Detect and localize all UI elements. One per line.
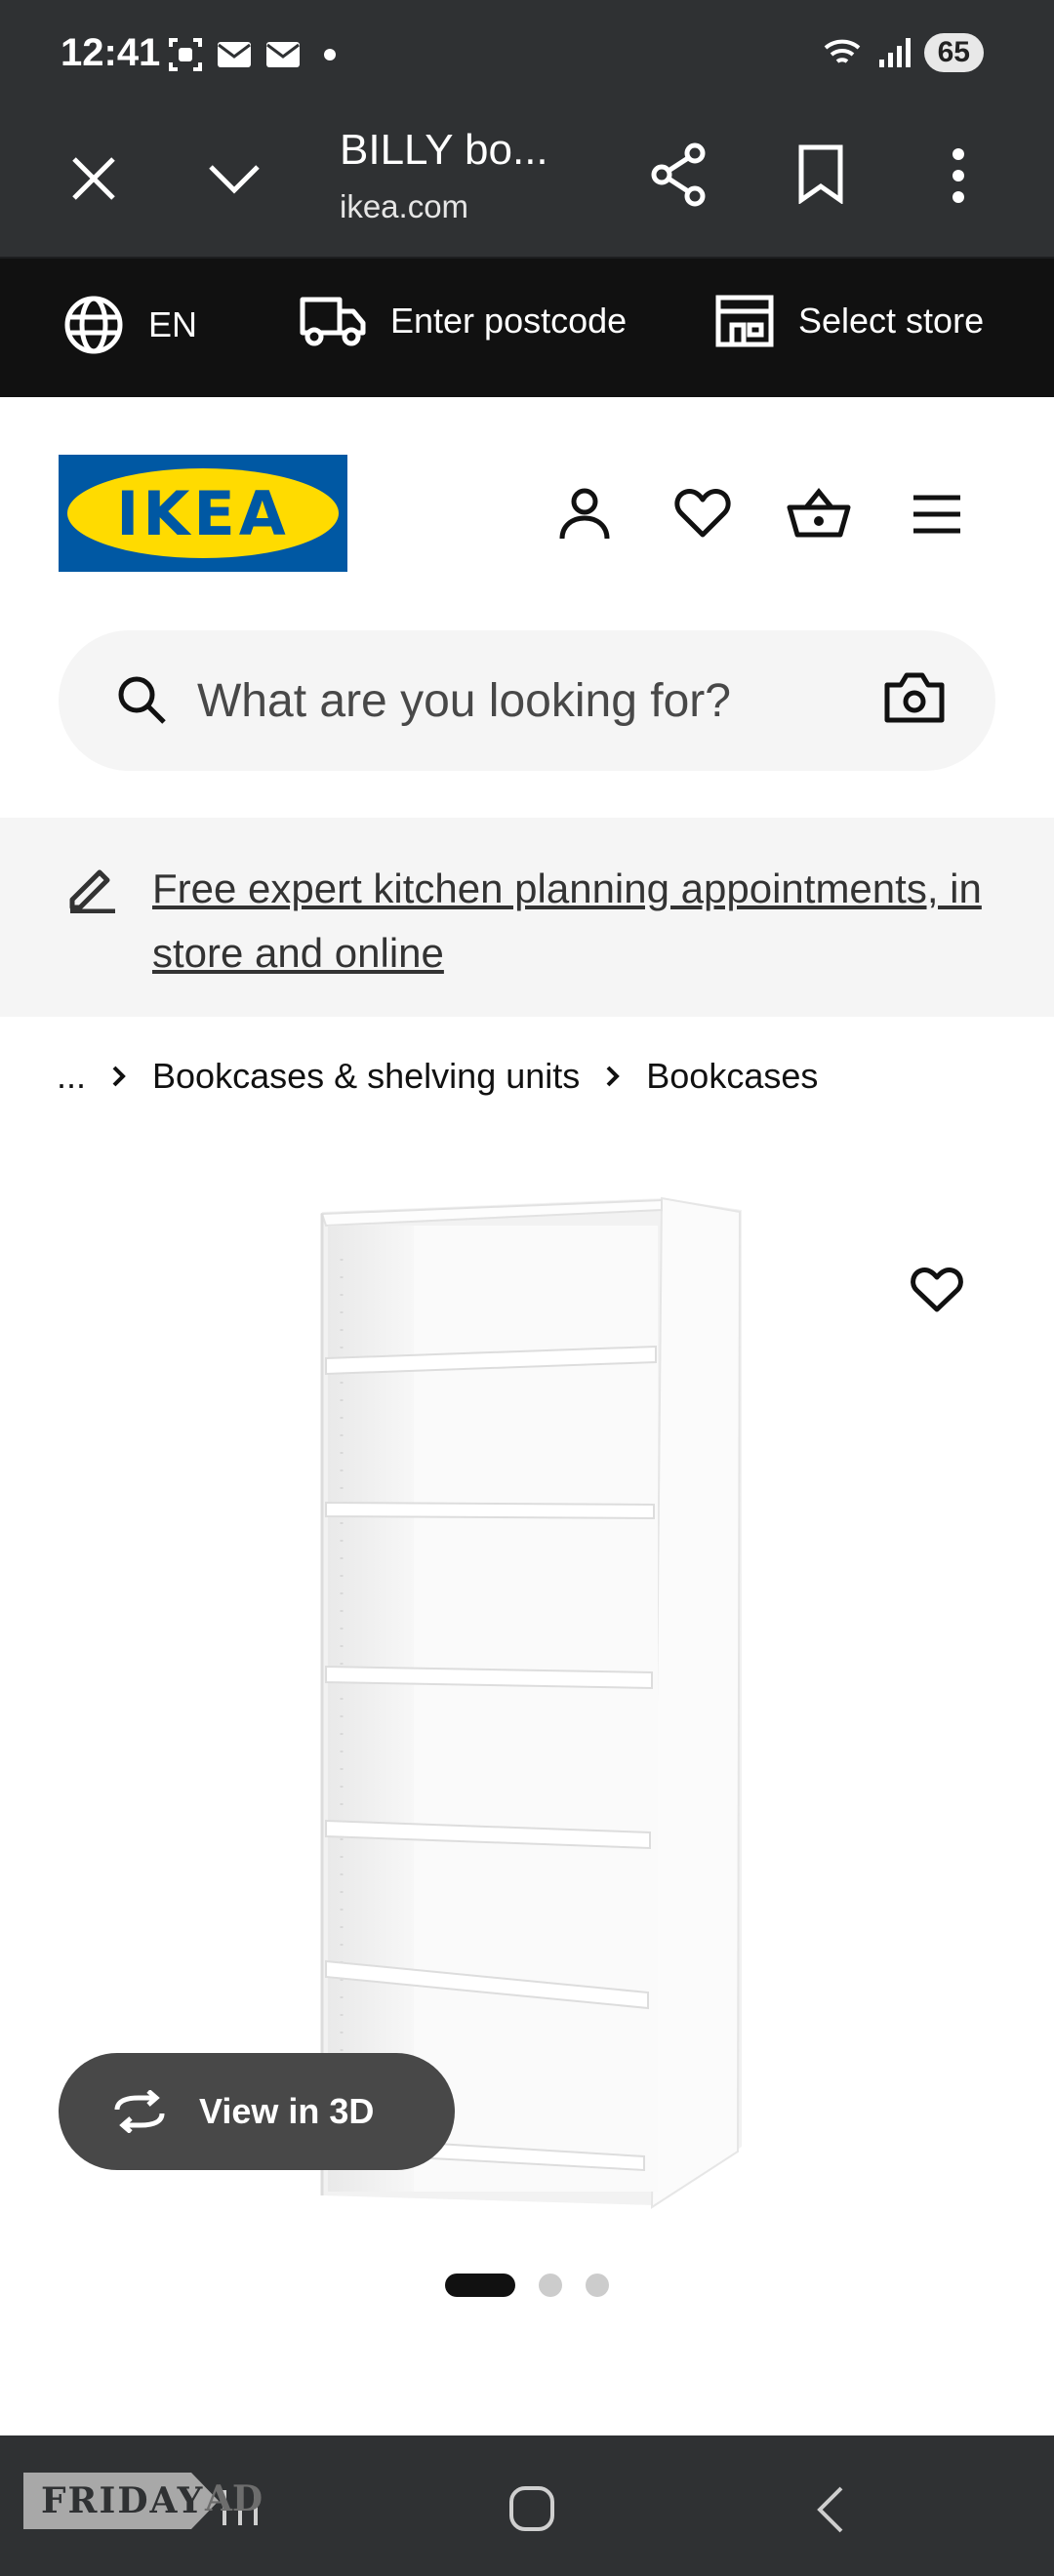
close-icon[interactable] bbox=[66, 151, 121, 206]
store-selector[interactable]: Select store bbox=[714, 294, 984, 348]
pencil-icon bbox=[69, 869, 115, 913]
rotate-3d-icon bbox=[114, 2090, 165, 2133]
search-input[interactable] bbox=[197, 669, 880, 732]
page-title: BILLY bo... bbox=[340, 126, 548, 174]
language-label: EN bbox=[148, 304, 198, 344]
store-icon bbox=[715, 295, 774, 347]
postcode-label: Enter postcode bbox=[390, 301, 628, 341]
watermark-badge: FRIDAY bbox=[23, 2473, 219, 2529]
battery-indicator: 65 bbox=[923, 33, 984, 72]
status-bar: 12:41 65 bbox=[0, 0, 1054, 112]
carousel-dot-active[interactable] bbox=[445, 2274, 515, 2297]
chevron-right-icon bbox=[112, 1066, 126, 1087]
home-icon[interactable] bbox=[507, 2484, 556, 2533]
view-in-3d-button[interactable]: View in 3D bbox=[59, 2053, 455, 2170]
back-icon[interactable] bbox=[810, 2484, 849, 2535]
ikea-logo[interactable]: IKEA bbox=[59, 455, 347, 572]
favourites-icon[interactable] bbox=[673, 486, 732, 541]
language-selector[interactable]: EN bbox=[62, 294, 197, 356]
more-notifications-dot bbox=[324, 49, 336, 60]
search-icon bbox=[118, 676, 166, 724]
share-icon[interactable] bbox=[648, 141, 710, 208]
chevron-down-icon[interactable] bbox=[205, 159, 264, 198]
breadcrumb: ... Bookcases & shelving units Bookcases bbox=[57, 1056, 818, 1097]
signal-icon bbox=[878, 38, 911, 67]
status-time: 12:41 bbox=[61, 31, 161, 74]
browser-toolbar: BILLY bo... ikea.com bbox=[0, 112, 1054, 259]
favourite-product-icon[interactable] bbox=[910, 1265, 964, 1315]
notification-icons bbox=[168, 37, 336, 72]
carousel-dot[interactable] bbox=[539, 2274, 562, 2297]
wifi-icon bbox=[824, 39, 860, 63]
postcode-selector[interactable]: Enter postcode bbox=[299, 294, 627, 348]
search-bar bbox=[59, 630, 995, 771]
store-label: Select store bbox=[798, 301, 985, 341]
mail-icon bbox=[266, 42, 300, 67]
globe-icon bbox=[64, 296, 123, 354]
logo-oval: IKEA bbox=[67, 468, 339, 558]
breadcrumb-item[interactable]: Bookcases & shelving units bbox=[152, 1056, 580, 1097]
view-in-3d-label: View in 3D bbox=[199, 2091, 375, 2131]
watermark-suffix: AD bbox=[205, 2478, 264, 2519]
menu-icon[interactable] bbox=[912, 494, 962, 535]
bookmark-icon[interactable] bbox=[796, 143, 845, 204]
promo-link[interactable]: Free expert kitchen planning appointment… bbox=[152, 857, 1031, 986]
page-url[interactable]: ikea.com bbox=[340, 188, 468, 225]
chevron-right-icon bbox=[606, 1066, 621, 1087]
delivery-truck-icon bbox=[300, 297, 366, 346]
utility-bar: EN Enter postcode Select store bbox=[0, 259, 1054, 397]
promo-banner: Free expert kitchen planning appointment… bbox=[0, 818, 1054, 1017]
watermark-text: FRIDAY bbox=[41, 2480, 205, 2521]
screenshot-icon bbox=[169, 38, 202, 71]
mail-icon bbox=[218, 42, 251, 67]
more-options-icon[interactable] bbox=[949, 146, 968, 205]
breadcrumb-item[interactable]: Bookcases bbox=[646, 1056, 818, 1097]
carousel-dot[interactable] bbox=[586, 2274, 609, 2297]
logo-text: IKEA bbox=[116, 477, 290, 549]
camera-search-icon[interactable] bbox=[884, 671, 945, 724]
basket-icon[interactable] bbox=[787, 486, 851, 541]
account-icon[interactable] bbox=[556, 486, 613, 543]
breadcrumb-item[interactable]: ... bbox=[57, 1056, 86, 1097]
image-carousel-indicator bbox=[445, 2274, 609, 2297]
